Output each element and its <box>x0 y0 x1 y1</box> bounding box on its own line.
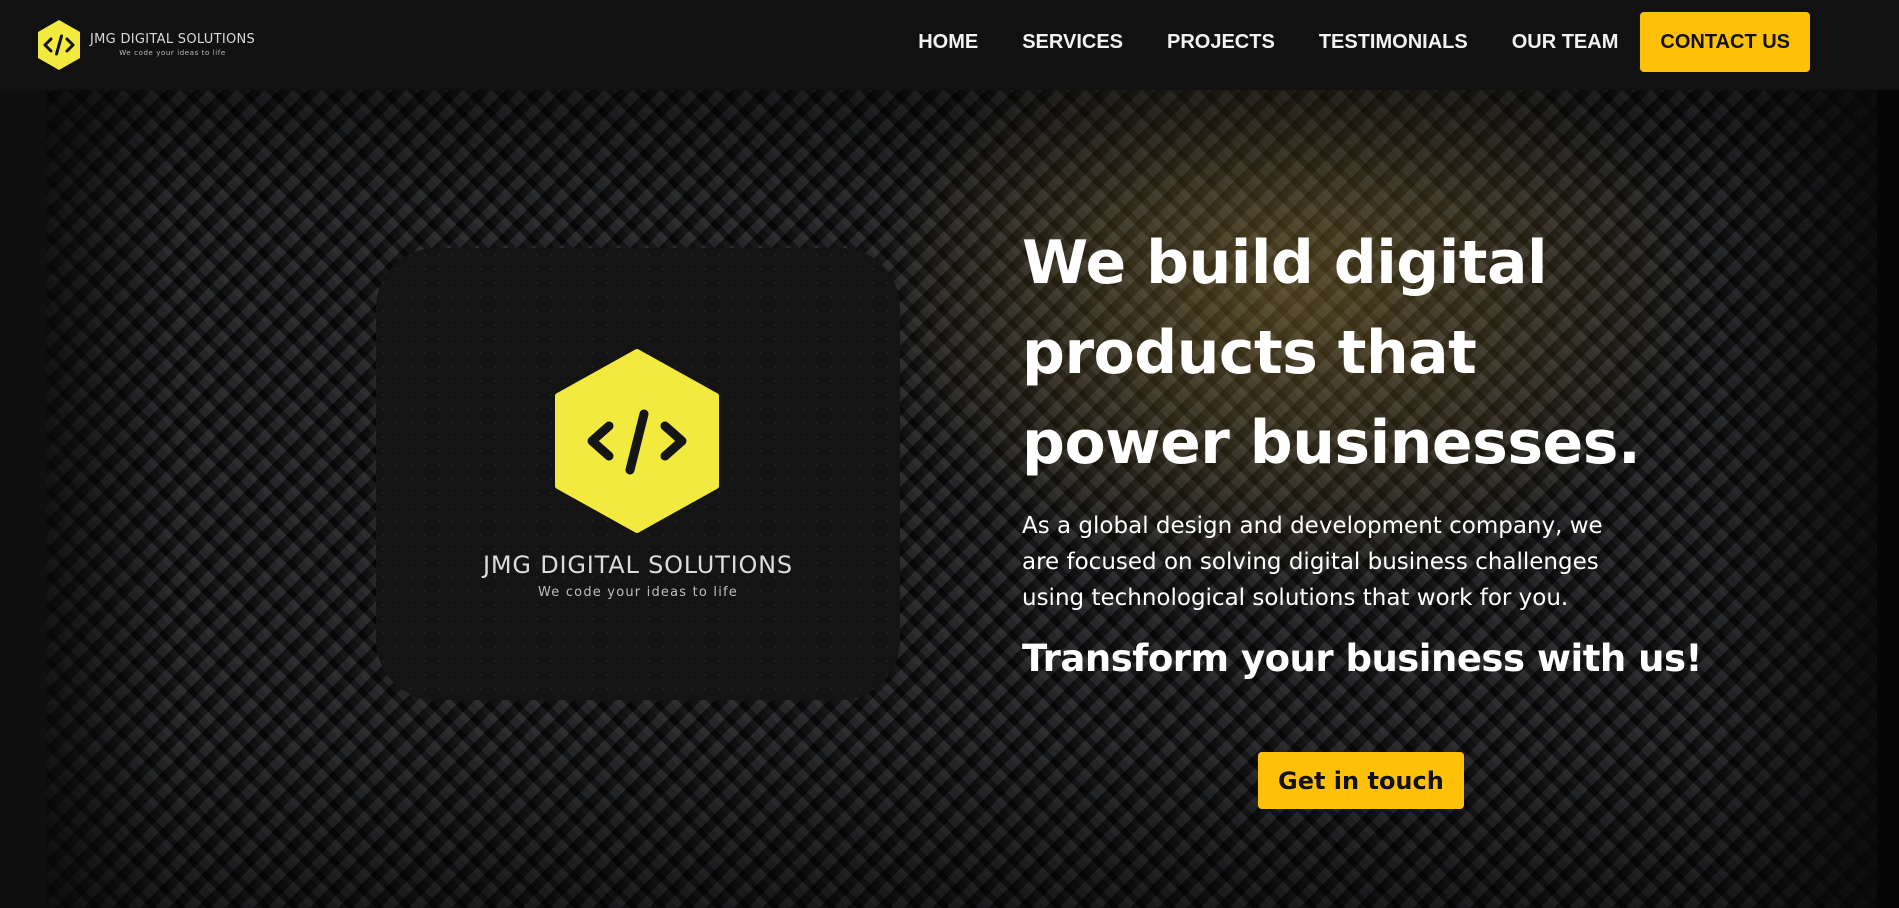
code-brackets-hexagon-icon <box>38 20 80 70</box>
logo-card: JMG DIGITAL SOLUTIONS We code your ideas… <box>376 248 900 700</box>
hero-description: As a global design and development compa… <box>1022 513 1603 611</box>
brand-tagline: We code your ideas to life <box>119 48 226 57</box>
nav-testimonials-link[interactable]: TESTIMONIALS <box>1319 31 1468 54</box>
contact-us-button[interactable]: CONTACT US <box>1640 12 1810 72</box>
code-brackets-hexagon-icon <box>555 349 719 533</box>
nav-our-team-link[interactable]: OUR TEAM <box>1512 31 1619 54</box>
left-edge-strip <box>0 90 46 908</box>
brand-logo[interactable]: JMG DIGITAL SOLUTIONS We code your ideas… <box>36 18 255 72</box>
page: JMG DIGITAL SOLUTIONS We code your ideas… <box>0 0 1899 908</box>
get-in-touch-button[interactable]: Get in touch <box>1258 752 1464 809</box>
navbar: JMG DIGITAL SOLUTIONS We code your ideas… <box>0 0 1899 90</box>
nav-home-link[interactable]: HOME <box>918 31 978 54</box>
right-edge-strip <box>1877 90 1899 908</box>
card-brand-tagline: We code your ideas to life <box>538 585 738 600</box>
nav-services-link[interactable]: SERVICES <box>1022 31 1123 54</box>
card-brand-name: JMG DIGITAL SOLUTIONS <box>483 551 793 579</box>
brand-name: JMG DIGITAL SOLUTIONS <box>90 31 256 47</box>
brand-text: JMG DIGITAL SOLUTIONS We code your ideas… <box>90 32 255 57</box>
hero-title: We build digital products that power bus… <box>1022 228 1641 478</box>
hero-subtitle: Transform your business with us! <box>1022 637 1702 680</box>
hero-text-block: We build digital products that power bus… <box>1022 218 1702 684</box>
nav-menu: HOME SERVICES PROJECTS TESTIMONIALS OUR … <box>918 12 1810 72</box>
nav-projects-link[interactable]: PROJECTS <box>1167 31 1275 54</box>
